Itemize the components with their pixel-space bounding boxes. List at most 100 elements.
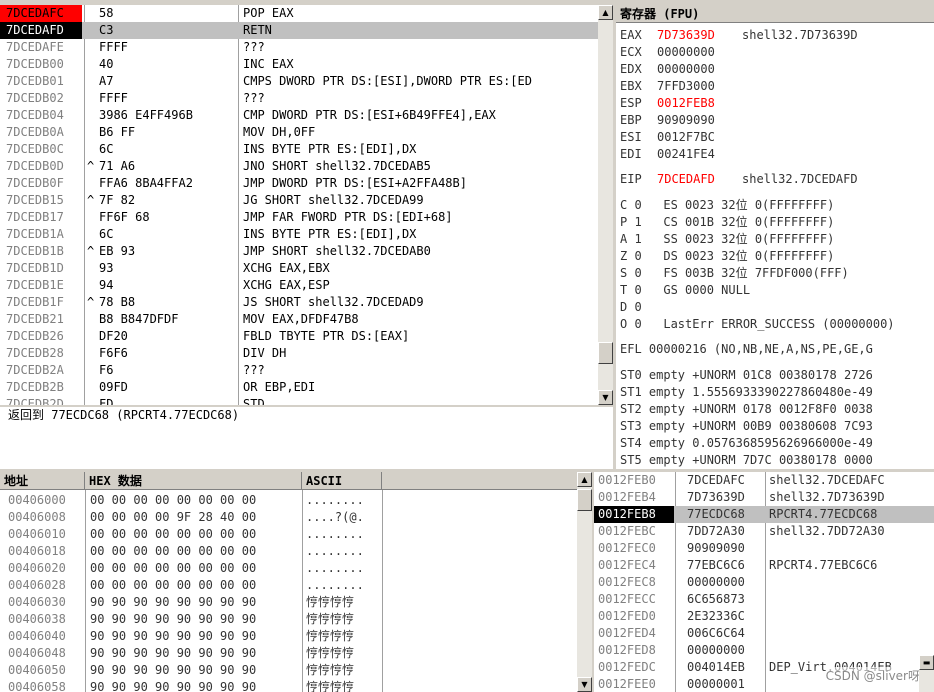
scroll-thumb-icon[interactable]: ▬ [919, 655, 934, 670]
scroll-thumb[interactable] [577, 489, 592, 511]
disasm-address: 7DCEDB1E [6, 278, 64, 292]
disasm-row[interactable]: 7DCEDB1B ^ EB 93 JMP SHORT shell32.7DCEDAB0 [0, 243, 598, 260]
dump-row[interactable]: 00406028 00 00 00 00 00 00 00 00........ [0, 577, 577, 594]
disasm-row[interactable]: 7DCEDB00 40 INC EAX [0, 56, 598, 73]
disasm-row[interactable]: 7DCEDB26 DF20 FBLD TBYTE PTR DS:[EAX] [0, 328, 598, 345]
register-row[interactable]: EBX 7FFD3000 [620, 78, 934, 95]
dump-row[interactable]: 00406050 90 90 90 90 90 90 90 90 悙悙悙悙 [0, 662, 577, 679]
disasm-row[interactable]: 7DCEDB2B 09FD OR EBP,EDI [0, 379, 598, 396]
dump-header-address[interactable]: 地址 [0, 472, 85, 490]
flag-row[interactable]: P 1 CS 001B 32位 0(FFFFFFFF) [620, 214, 834, 231]
flag-row[interactable]: D 0 [620, 299, 642, 316]
flag-row[interactable]: A 1 SS 0023 32位 0(FFFFFFFF) [620, 231, 834, 248]
scroll-up-icon[interactable]: ▲ [598, 5, 613, 20]
register-row[interactable]: ESI 0012F7BC [620, 129, 934, 146]
flag-row[interactable]: C 0 ES 0023 32位 0(FFFFFFFF) [620, 197, 834, 214]
stack-row[interactable]: 0012FEBC 7DD72A30 shell32.7DD72A30 [594, 523, 934, 540]
register-row[interactable]: EAX 7D73639D shell32.7D73639D [620, 27, 934, 44]
register-row[interactable]: EDX 00000000 [620, 61, 934, 78]
fpu-row[interactable]: ST0 empty +UNORM 01C8 00380178 2726 [620, 367, 873, 384]
stack-row[interactable]: 0012FEB4 7D73639D shell32.7D73639D [594, 489, 934, 506]
register-value[interactable]: 00241FE4 [657, 146, 715, 163]
stack-row[interactable]: 0012FECC 6C656873 [594, 591, 934, 608]
disasm-row[interactable]: 7DCEDB2D FD STD [0, 396, 598, 405]
register-value[interactable]: 0012FEB8 [657, 95, 715, 112]
register-value[interactable]: 7FFD3000 [657, 78, 715, 95]
register-value[interactable]: 7D73639D [657, 27, 715, 44]
disasm-row[interactable]: 7DCEDAFC 58 POP EAX [0, 5, 598, 22]
disasm-row[interactable]: 7DCEDB21 B8 B847DFDF MOV EAX,DFDF47B8 [0, 311, 598, 328]
disasm-row[interactable]: 7DCEDB0A B6 FF MOV DH,0FF [0, 124, 598, 141]
disasm-row[interactable]: 7DCEDB0D ^ 71 A6 JNO SHORT shell32.7DCEDAB5 [0, 158, 598, 175]
fpu-row[interactable]: ST2 empty +UNORM 0178 0012F8F0 0038 [620, 401, 873, 418]
stack-row[interactable]: 0012FED4 006C6C64 [594, 625, 934, 642]
disasm-row[interactable]: 7DCEDB17 FF6F 68 JMP FAR FWORD PTR DS:[EDI… [0, 209, 598, 226]
disasm-row[interactable]: 7DCEDB0F FFA6 8BA4FFA2 JMP DWORD PTR DS:[E… [0, 175, 598, 192]
fpu-row[interactable]: ST3 empty +UNORM 00B9 00380608 7C93 [620, 418, 873, 435]
dump-row[interactable]: 00406020 00 00 00 00 00 00 00 00........ [0, 560, 577, 577]
disasm-row[interactable]: 7DCEDB1A 6C INS BYTE PTR ES:[EDI],DX [0, 226, 598, 243]
disasm-row[interactable]: 7DCEDB0C 6C INS BYTE PTR ES:[EDI],DX [0, 141, 598, 158]
dump-hex: 00 00 00 00 00 00 00 00 [90, 544, 257, 558]
disasm-hex: FF6F 68 [99, 210, 150, 224]
stack-row[interactable]: 0012FEC4 77EBC6C6 RPCRT4.77EBC6C6 [594, 557, 934, 574]
dump-row[interactable]: 00406040 90 90 90 90 90 90 90 90 悙悙悙悙 [0, 628, 577, 645]
stack-row[interactable]: 0012FED8 00000000 [594, 642, 934, 659]
scroll-down-icon[interactable]: ▼ [598, 390, 613, 405]
disasm-row[interactable]: 7DCEDB02 FFFF??? [0, 90, 598, 107]
disasm-row[interactable]: 7DCEDB1E 94 XCHG EAX,ESP [0, 277, 598, 294]
disasm-row[interactable]: 7DCEDB1F ^ 78 B8 JS SHORT shell32.7DCEDAD9 [0, 294, 598, 311]
dump-pane[interactable]: 地址 HEX 数据 ASCII 00406000 00 00 00 00 00 0… [0, 472, 577, 692]
eip-row[interactable]: EIP 7DCEDAFD shell32.7DCEDAFD [620, 171, 934, 188]
flag-row[interactable]: S 0 FS 003B 32位 7FFDF000(FFF) [620, 265, 849, 282]
register-value[interactable]: 00000000 [657, 44, 715, 61]
fpu-row[interactable]: ST4 empty 0.0576368595626966000e-49 [620, 435, 873, 452]
disassembly-scrollbar[interactable]: ▲ ▼ [598, 5, 613, 405]
scroll-up-icon[interactable]: ▲ [577, 472, 592, 487]
dump-header-hex[interactable]: HEX 数据 [85, 472, 302, 490]
disasm-row[interactable]: 7DCEDB15 ^ 7F 82 JG SHORT shell32.7DCEDA99 [0, 192, 598, 209]
dump-row[interactable]: 00406058 90 90 90 90 90 90 90 90 悙悙悙悙 [0, 679, 577, 692]
disasm-row[interactable]: 7DCEDAFD C3 RETN [0, 22, 598, 39]
registers-pane[interactable]: 寄存器 (FPU) EAX 7D73639D shell32.7D73639D ECX… [616, 5, 934, 469]
dump-scrollbar[interactable]: ▲ ▼ [577, 472, 592, 692]
stack-row[interactable]: 0012FEC8 00000000 [594, 574, 934, 591]
dump-row[interactable]: 00406010 00 00 00 00 00 00 00 00........ [0, 526, 577, 543]
register-row[interactable]: EBP 90909090 [620, 112, 934, 129]
register-row[interactable]: ESP 0012FEB8 [620, 95, 934, 112]
stack-row[interactable]: 0012FED0 2E32336C [594, 608, 934, 625]
register-value[interactable]: 90909090 [657, 112, 715, 129]
flag-row[interactable]: T 0 GS 0000 NULL [620, 282, 750, 299]
stack-row[interactable]: 0012FEB0 7DCEDAFC shell32.7DCEDAFC [594, 472, 934, 489]
dump-row[interactable]: 00406018 00 00 00 00 00 00 00 00........ [0, 543, 577, 560]
disasm-row[interactable]: 7DCEDB1D 93 XCHG EAX,EBX [0, 260, 598, 277]
register-value[interactable]: 7DCEDAFD [657, 171, 715, 188]
disasm-row[interactable]: 7DCEDB2A F6??? [0, 362, 598, 379]
stack-pane[interactable]: 0012FEB0 7DCEDAFC shell32.7DCEDAFC 0012FEB4… [594, 472, 934, 692]
scroll-down-icon[interactable]: ▼ [577, 677, 592, 692]
fpu-row[interactable]: ST5 empty +UNORM 7D7C 00380178 0000 [620, 452, 873, 469]
register-row[interactable]: EDI 00241FE4 [620, 146, 934, 163]
efl-register[interactable]: EFL 00000216 (NO,NB,NE,A,NS,PE,GE,G [620, 341, 873, 358]
disasm-row[interactable]: 7DCEDB01 A7 CMPS DWORD PTR DS:[ESI],DWORD … [0, 73, 598, 90]
register-value[interactable]: 0012F7BC [657, 129, 715, 146]
flag-row[interactable]: O 0 LastErr ERROR_SUCCESS (00000000) [620, 316, 895, 333]
flag-row[interactable]: Z 0 DS 0023 32位 0(FFFFFFFF) [620, 248, 834, 265]
scroll-thumb[interactable] [598, 342, 613, 364]
dump-row[interactable]: 00406048 90 90 90 90 90 90 90 90 悙悙悙悙 [0, 645, 577, 662]
stack-row[interactable]: 0012FEB8 77ECDC68 RPCRT4.77ECDC68 [594, 506, 934, 523]
disasm-row[interactable]: 7DCEDAFE FFFF??? [0, 39, 598, 56]
dump-row[interactable]: 00406038 90 90 90 90 90 90 90 90 悙悙悙悙 [0, 611, 577, 628]
disassembly-pane[interactable]: 7DCEDAFC 58 POP EAX 7DCEDAFD C3 RETN 7DCEDAFE F… [0, 5, 598, 405]
disasm-row[interactable]: 7DCEDB04 3986 E4FF496B CMP DWORD PTR DS:[E… [0, 107, 598, 124]
register-value[interactable]: 00000000 [657, 61, 715, 78]
dump-row[interactable]: 00406008 00 00 00 00 9F 28 40 00 ....?(@. [0, 509, 577, 526]
fpu-row[interactable]: ST1 empty 1.5556933390227860480e-49 [620, 384, 873, 401]
dump-header-ascii[interactable]: ASCII [302, 472, 382, 490]
dump-row[interactable]: 00406030 90 90 90 90 90 90 90 90 悙悙悙悙 [0, 594, 577, 611]
dump-row[interactable]: 00406000 00 00 00 00 00 00 00 00........ [0, 492, 577, 509]
disasm-row[interactable]: 7DCEDB28 F6F6 DIV DH [0, 345, 598, 362]
register-row[interactable]: ECX 00000000 [620, 44, 934, 61]
stack-scrollbar[interactable]: ▬ [919, 655, 934, 692]
stack-row[interactable]: 0012FEC0 90909090 [594, 540, 934, 557]
